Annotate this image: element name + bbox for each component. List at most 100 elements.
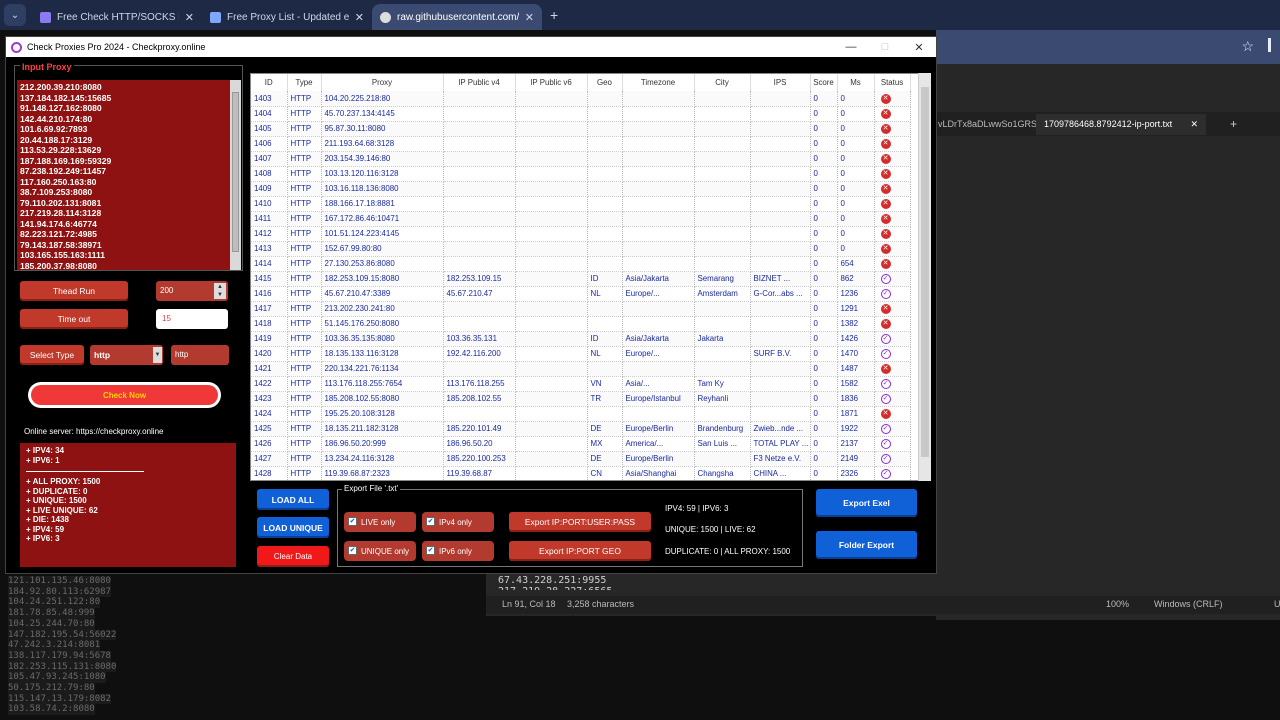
proxy-type-select[interactable]: http ▼ [90, 345, 163, 365]
table-cell [515, 271, 588, 287]
column-header[interactable]: City [694, 74, 751, 91]
export-geo-button[interactable]: Export IP:PORT GEO [509, 541, 651, 561]
close-tab-icon[interactable]: ✕ [525, 11, 534, 24]
checkbox-check-icon[interactable]: ✔ [426, 546, 435, 555]
table-row[interactable]: 1412 HTTP 101.51.124.223:4145 0 0 ✕ [251, 226, 911, 242]
stepper-arrows-icon[interactable]: ▲ ▼ [214, 283, 226, 299]
checkbox-check-icon[interactable]: ✔ [348, 546, 357, 555]
clear-data-button[interactable]: Clear Data [257, 546, 329, 567]
status-cell: ✕ [874, 241, 911, 257]
table-cell [622, 406, 695, 422]
scrollbar-thumb[interactable] [921, 87, 929, 457]
column-header[interactable]: Status [874, 74, 911, 91]
column-header[interactable]: IPS [750, 74, 811, 91]
thread-count-stepper[interactable]: 200 ▲ ▼ [156, 281, 228, 301]
browser-tab-2[interactable]: Free Proxy List - Updated e ✕ [202, 4, 372, 30]
table-row[interactable]: 1415 HTTP 182.253.109.15:8080 182.253.109.1… [251, 271, 911, 287]
table-row[interactable]: 1406 HTTP 211.193.64.68:3128 0 0 ✕ [251, 136, 911, 152]
notepad-tab-active[interactable]: 1709786468.8792412-ip-port.txt ✕ [1036, 113, 1206, 135]
table-row[interactable]: 1409 HTTP 103.16.118.136:8080 0 0 ✕ [251, 181, 911, 197]
column-header[interactable]: Type [287, 74, 322, 91]
notepad-tab-left[interactable]: vLDrTx8aDLwwSo1GRSFU [936, 119, 1036, 129]
table-cell: 0 [837, 91, 875, 107]
notepad-line: 67.43.228.251:9955 [498, 575, 607, 586]
timeout-input[interactable]: 15 [156, 309, 228, 329]
table-row[interactable]: 1411 HTTP 167.172.86.46:10471 0 0 ✕ [251, 211, 911, 227]
type-input[interactable]: http [171, 345, 229, 365]
checkbox-check-icon[interactable]: ✔ [348, 517, 357, 526]
folder-export-button[interactable]: Folder Export [816, 531, 917, 559]
cursor-position: Ln 91, Col 18 [502, 599, 556, 609]
table-cell: 1415 [251, 271, 288, 287]
tab-list-chevron-icon[interactable]: ⌄ [4, 4, 26, 26]
table-row[interactable]: 1419 HTTP 103.36.35.135:8080 103.36.35.131 I… [251, 331, 911, 347]
table-row[interactable]: 1417 HTTP 213.202.230.241:80 0 1291 ✕ [251, 301, 911, 317]
column-header[interactable]: Timezone [622, 74, 695, 91]
table-row[interactable]: 1408 HTTP 103.13.120.116:3128 0 0 ✕ [251, 166, 911, 182]
load-all-button[interactable]: LOAD ALL [257, 489, 329, 510]
select-type-button[interactable]: Select Type [20, 345, 84, 365]
check-now-button[interactable]: Check Now [28, 382, 221, 408]
table-row[interactable]: 1414 HTTP 27.130.253.86:8080 0 654 ✕ [251, 256, 911, 272]
load-unique-button[interactable]: LOAD UNIQUE [257, 517, 329, 538]
unique-only-checkbox[interactable]: ✔ UNIQUE only [344, 541, 416, 561]
close-tab-icon[interactable]: ✕ [355, 11, 364, 24]
table-cell: 1416 [251, 286, 288, 302]
column-header[interactable]: Geo [587, 74, 623, 91]
bookmark-star-icon[interactable]: ☆ [1241, 38, 1254, 55]
checkbox-check-icon[interactable]: ✔ [426, 517, 435, 526]
live-only-checkbox[interactable]: ✔ LIVE only [344, 512, 416, 532]
ipv6-only-checkbox[interactable]: ✔ IPv6 only [422, 541, 494, 561]
table-row[interactable]: 1421 HTTP 220.134.221.76:1134 0 1487 ✕ [251, 361, 911, 377]
column-header[interactable]: Score [810, 74, 838, 91]
table-row[interactable]: 1416 HTTP 45.67.210.47:3389 45.67.210.47 NL E… [251, 286, 911, 302]
notepad-new-tab-icon[interactable]: + [1230, 117, 1237, 131]
input-proxy-textarea[interactable]: 212.200.39.210:8080 137.184.182.145:15685… [17, 80, 230, 270]
close-icon[interactable]: ✕ [1190, 119, 1198, 130]
close-tab-icon[interactable]: ✕ [185, 11, 194, 24]
table-row[interactable]: 1427 HTTP 13.234.24.116:3128 185.220.100.25… [251, 451, 911, 467]
table-row[interactable]: 1403 HTTP 104.20.225.218:80 0 0 ✕ [251, 91, 911, 107]
export-excel-button[interactable]: Export Exel [816, 489, 917, 517]
column-header[interactable]: IP Public v6 [515, 74, 588, 91]
table-cell [443, 301, 516, 317]
maximize-icon[interactable]: □ [868, 41, 902, 53]
table-row[interactable]: 1404 HTTP 45.70.237.134:4145 0 0 ✕ [251, 106, 911, 122]
more-menu-icon[interactable] [1268, 38, 1276, 52]
table-row[interactable]: 1418 HTTP 51.145.176.250:8080 0 1382 ✕ [251, 316, 911, 332]
table-cell: 1403 [251, 91, 288, 107]
status-cell: ✓ [874, 331, 911, 347]
column-header[interactable]: ID [251, 74, 288, 91]
scrollbar-thumb[interactable] [232, 92, 239, 252]
table-row[interactable]: 1424 HTTP 195.25.20.108:3128 0 1871 ✕ [251, 406, 911, 422]
table-row[interactable]: 1407 HTTP 203.154.39.146:80 0 0 ✕ [251, 151, 911, 167]
table-row[interactable]: 1425 HTTP 18.135.211.182:3128 185.220.101.4… [251, 421, 911, 437]
column-header[interactable]: Proxy [321, 74, 444, 91]
table-row[interactable]: 1422 HTTP 113.176.118.255:7654 113.176.118.… [251, 376, 911, 392]
input-scrollbar[interactable] [230, 80, 241, 270]
table-row[interactable]: 1410 HTTP 188.166.17.18:8881 0 0 ✕ [251, 196, 911, 212]
browser-tab-3[interactable]: raw.githubusercontent.com/The ✕ [372, 4, 542, 30]
ipv4-only-checkbox[interactable]: ✔ IPv4 only [422, 512, 494, 532]
minimize-icon[interactable]: — [834, 41, 868, 53]
timeout-button[interactable]: Time out [20, 309, 128, 329]
table-row[interactable]: 1426 HTTP 186.96.50.20:999 186.96.50.20 MX Am… [251, 436, 911, 452]
table-row[interactable]: 1428 HTTP 119.39.68.87:2323 119.39.68.87 CN A… [251, 466, 911, 480]
export-userpass-button[interactable]: Export IP:PORT:USER:PASS [509, 512, 651, 532]
table-row[interactable]: 1413 HTTP 152.67.99.80:80 0 0 ✕ [251, 241, 911, 257]
chevron-down-icon[interactable]: ▼ [153, 347, 162, 363]
close-icon[interactable]: ✕ [902, 41, 936, 54]
column-header[interactable]: Ms [837, 74, 875, 91]
column-header[interactable]: IP Public v4 [443, 74, 516, 91]
table-scrollbar[interactable] [918, 73, 931, 481]
thread-run-button[interactable]: Thead Run [20, 281, 128, 301]
table-cell [587, 226, 623, 242]
table-row[interactable]: 1405 HTTP 95.87.30.11:8080 0 0 ✕ [251, 121, 911, 137]
stats-top: + IPV4: 34 + IPV6: 1 [26, 446, 230, 465]
table-cell: 1404 [251, 106, 288, 122]
browser-tab-1[interactable]: Free Check HTTP/SOCKS Proxy ✕ [32, 4, 202, 30]
new-tab-button[interactable]: + [550, 7, 558, 23]
table-row[interactable]: 1423 HTTP 185.208.102.55:8080 185.208.102.5… [251, 391, 911, 407]
table-cell [750, 391, 811, 407]
table-row[interactable]: 1420 HTTP 18.135.133.116:3128 192.42.116.20… [251, 346, 911, 362]
